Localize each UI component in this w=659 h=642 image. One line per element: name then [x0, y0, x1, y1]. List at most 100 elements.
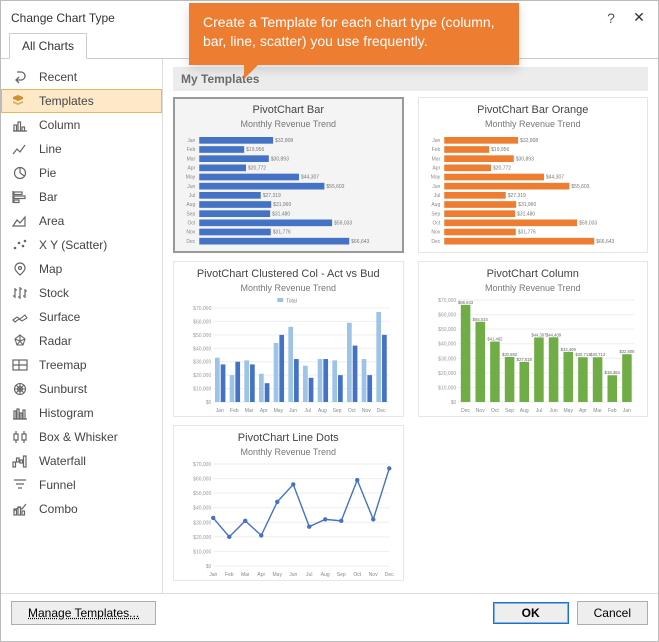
svg-text:Nov: Nov	[431, 230, 440, 236]
svg-text:Sep: Sep	[431, 211, 440, 217]
sidebar-item-waterfall[interactable]: Waterfall	[1, 449, 162, 473]
sidebar-item-pie[interactable]: Pie	[1, 161, 162, 185]
sidebar-item-area[interactable]: Area	[1, 209, 162, 233]
svg-text:Jan: Jan	[432, 138, 440, 144]
svg-text:Feb: Feb	[225, 572, 234, 578]
sidebar-item-label: Surface	[39, 310, 80, 324]
sidebar-item-label: Combo	[39, 502, 78, 516]
svg-text:Aug: Aug	[318, 408, 327, 414]
svg-text:$40,000: $40,000	[438, 342, 456, 348]
svg-text:$50,000: $50,000	[193, 333, 211, 339]
svg-text:$55,034: $55,034	[472, 317, 488, 322]
sidebar-item-histogram[interactable]: Histogram	[1, 401, 162, 425]
svg-text:$31,960: $31,960	[273, 202, 291, 208]
svg-text:Nov: Nov	[362, 408, 371, 414]
svg-text:Jul: Jul	[433, 193, 439, 199]
bar-icon	[11, 189, 29, 205]
sidebar-item-radar[interactable]: Radar	[1, 329, 162, 353]
treemap-icon	[11, 357, 29, 373]
sidebar-item-column[interactable]: Column	[1, 113, 162, 137]
cancel-button[interactable]: Cancel	[577, 601, 648, 625]
svg-text:Dec: Dec	[385, 572, 394, 578]
svg-text:$27,319: $27,319	[263, 193, 281, 199]
svg-text:Jun: Jun	[289, 572, 297, 578]
svg-text:$20,000: $20,000	[193, 373, 211, 379]
help-button[interactable]: ?	[602, 10, 620, 26]
close-button[interactable]: ✕	[630, 9, 648, 26]
sidebar-item-label: Map	[39, 262, 62, 276]
sidebar-item-line[interactable]: Line	[1, 137, 162, 161]
sidebar-item-sunburst[interactable]: Sunburst	[1, 377, 162, 401]
sidebar-item-templates[interactable]: Templates	[1, 89, 162, 113]
dialog-footer: Manage Templates... OK Cancel	[1, 593, 658, 632]
svg-text:$30,000: $30,000	[193, 360, 211, 366]
sidebar-item-label: Line	[39, 142, 62, 156]
svg-text:$66,643: $66,643	[596, 239, 614, 245]
svg-text:$10,000: $10,000	[193, 387, 211, 393]
sidebar-item-label: Sunburst	[39, 382, 87, 396]
template-line4[interactable]: PivotChart Line DotsMonthly Revenue Tren…	[173, 425, 404, 581]
sidebar-item-label: Recent	[39, 70, 77, 84]
svg-text:Jul: Jul	[306, 572, 312, 578]
sidebar-item-label: Stock	[39, 286, 69, 300]
sidebar-item-label: Treemap	[39, 358, 87, 372]
stock-icon	[11, 285, 29, 301]
template-clustered-col2[interactable]: PivotChart Clustered Col - Act vs BudMon…	[173, 261, 404, 417]
template-subtitle: Monthly Revenue Trend	[423, 119, 644, 132]
templates-icon	[11, 93, 29, 109]
svg-text:$19,956: $19,956	[491, 147, 509, 153]
svg-text:May: May	[273, 572, 283, 578]
sunburst-icon	[11, 381, 29, 397]
sidebar-item-treemap[interactable]: Treemap	[1, 353, 162, 377]
template-subtitle: Monthly Revenue Trend	[178, 119, 399, 132]
template-title: PivotChart Line Dots	[178, 430, 399, 447]
manage-templates-button[interactable]: Manage Templates...	[11, 601, 156, 625]
svg-text:$32,808: $32,808	[275, 138, 293, 144]
svg-text:Apr: Apr	[432, 165, 440, 171]
sidebar-item-bar[interactable]: Bar	[1, 185, 162, 209]
svg-text:Dec: Dec	[431, 239, 440, 245]
callout-tip: Create a Template for each chart type (c…	[189, 3, 519, 65]
svg-text:Sep: Sep	[505, 408, 514, 414]
svg-text:Aug: Aug	[186, 202, 195, 208]
svg-text:$70,000: $70,000	[438, 298, 456, 304]
tab-all-charts[interactable]: All Charts	[9, 33, 87, 59]
svg-text:$0: $0	[450, 400, 456, 406]
svg-text:Oct: Oct	[432, 220, 440, 226]
svg-text:Nov: Nov	[186, 230, 195, 236]
sidebar-item-boxwhisker[interactable]: Box & Whisker	[1, 425, 162, 449]
template-subtitle: Monthly Revenue Trend	[423, 283, 644, 296]
sidebar-item-scatter[interactable]: X Y (Scatter)	[1, 233, 162, 257]
sidebar-item-stock[interactable]: Stock	[1, 281, 162, 305]
ok-button[interactable]: OK	[493, 602, 569, 624]
svg-text:$34,409: $34,409	[560, 347, 576, 352]
sidebar-item-map[interactable]: Map	[1, 257, 162, 281]
svg-text:Sep: Sep	[337, 572, 346, 578]
svg-text:$60,000: $60,000	[438, 313, 456, 319]
sidebar-item-combo[interactable]: Combo	[1, 497, 162, 521]
sidebar-item-label: Bar	[39, 190, 58, 204]
sidebar-item-recent[interactable]: Recent	[1, 65, 162, 89]
svg-text:$31,480: $31,480	[517, 211, 535, 217]
sidebar-item-label: Box & Whisker	[39, 430, 118, 444]
template-bar-horiz1[interactable]: PivotChart Bar OrangeMonthly Revenue Tre…	[418, 97, 649, 253]
sidebar-item-label: Histogram	[39, 406, 94, 420]
svg-text:$66,643: $66,643	[351, 239, 369, 245]
template-subtitle: Monthly Revenue Trend	[178, 283, 399, 296]
svg-text:Sep: Sep	[186, 211, 195, 217]
sidebar-item-surface[interactable]: Surface	[1, 305, 162, 329]
svg-text:Jun: Jun	[187, 184, 195, 190]
template-column3[interactable]: PivotChart ColumnMonthly Revenue Trend$0…	[418, 261, 649, 417]
recent-icon	[11, 69, 29, 85]
svg-text:Feb: Feb	[431, 147, 440, 153]
svg-text:Aug: Aug	[321, 572, 330, 578]
svg-text:$30,882: $30,882	[502, 352, 518, 357]
svg-text:Dec: Dec	[461, 408, 470, 414]
svg-text:Dec: Dec	[377, 408, 386, 414]
svg-text:$20,000: $20,000	[438, 371, 456, 377]
chart-type-sidebar: Recent TemplatesColumn Line Pie Bar AreaX Y (…	[1, 59, 163, 593]
template-bar-horiz0[interactable]: PivotChart BarMonthly Revenue TrendJan$3…	[173, 97, 404, 253]
svg-text:Jun: Jun	[549, 408, 557, 414]
sidebar-item-funnel[interactable]: Funnel	[1, 473, 162, 497]
svg-text:Jun: Jun	[432, 184, 440, 190]
